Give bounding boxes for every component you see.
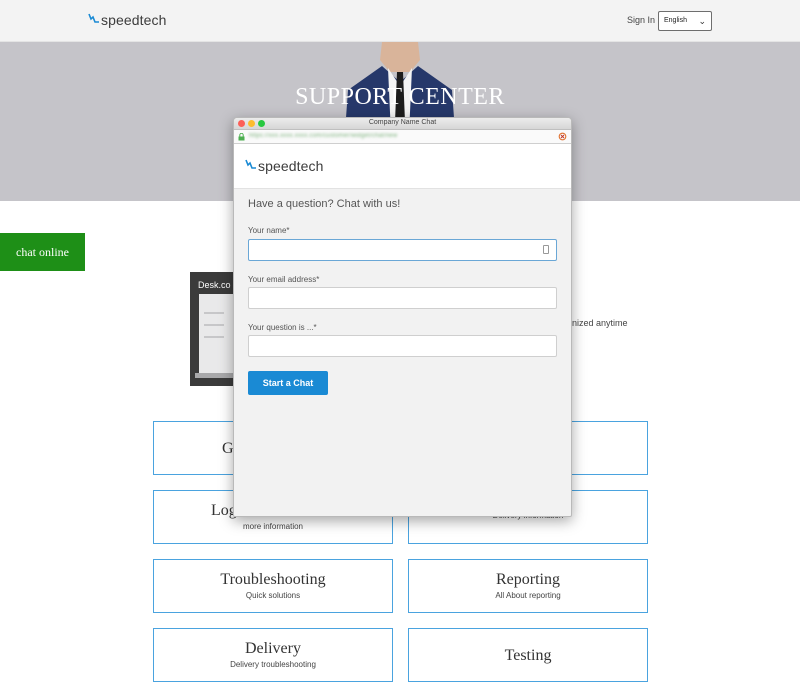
question-label: Your question is ...* <box>248 323 317 332</box>
category-card-reporting[interactable]: Reporting All About reporting <box>408 559 648 613</box>
chat-popup-window: Company Name Chat https://xxx.xxxx.xxxx.… <box>233 117 572 517</box>
autofill-icon <box>543 245 549 254</box>
chat-brand-logo: speedtech <box>245 158 324 174</box>
name-label: Your name* <box>248 226 290 235</box>
laptop-screen <box>199 294 235 374</box>
email-label: Your email address* <box>248 275 320 284</box>
reload-icon[interactable] <box>558 132 567 141</box>
card-title: Delivery <box>245 640 301 657</box>
hero-title: SUPPORT CENTER <box>295 84 505 110</box>
chat-heading: Have a question? Chat with us! <box>248 198 401 210</box>
card-title: Testing <box>504 647 552 664</box>
category-card-delivery[interactable]: Delivery Delivery troubleshooting <box>153 628 393 682</box>
background-text: nized anytime <box>572 318 628 328</box>
card-subtitle: Delivery troubleshooting <box>230 660 316 669</box>
card-title: Troubleshooting <box>220 571 326 588</box>
name-field[interactable] <box>248 239 557 261</box>
lock-icon <box>238 133 245 141</box>
category-card-troubleshooting[interactable]: Troubleshooting Quick solutions <box>153 559 393 613</box>
video-thumbnail[interactable]: Desk.co <box>190 272 235 386</box>
email-field[interactable] <box>248 287 557 309</box>
chat-header: speedtech <box>234 144 571 189</box>
blurred-url: https://xxx.xxxx.xxxx.com/customer/widge… <box>249 133 398 139</box>
url-bar[interactable]: https://xxx.xxxx.xxxx.com/customer/widge… <box>234 130 571 144</box>
start-chat-button[interactable]: Start a Chat <box>248 371 328 395</box>
speedtech-logo-icon <box>245 159 256 169</box>
window-title: Company Name Chat <box>368 119 437 126</box>
card-title: Reporting <box>496 571 560 588</box>
laptop-base <box>195 373 235 378</box>
card-subtitle: Quick solutions <box>245 591 301 600</box>
sign-in-link[interactable]: Sign In <box>627 15 655 25</box>
speedtech-logo-icon <box>88 13 99 23</box>
screen-line <box>204 336 224 338</box>
site-header: speedtech Sign In English ⌄ <box>0 0 800 42</box>
brand-name: speedtech <box>101 12 167 28</box>
window-titlebar: Company Name Chat <box>234 118 571 130</box>
card-subtitle: more information <box>242 522 304 531</box>
chat-brand-name: speedtech <box>258 158 324 174</box>
screen-line <box>204 324 224 326</box>
category-card-testing[interactable]: Testing <box>408 628 648 682</box>
language-selected-value: English <box>664 17 687 24</box>
video-label: Desk.co <box>198 280 231 290</box>
chat-online-button[interactable]: chat online <box>0 233 85 271</box>
question-field[interactable] <box>248 335 557 357</box>
screen-line <box>204 312 224 314</box>
chevron-down-icon: ⌄ <box>698 16 706 26</box>
language-select[interactable]: English ⌄ <box>658 11 712 31</box>
brand-logo[interactable]: speedtech <box>88 12 167 28</box>
card-subtitle: All About reporting <box>495 591 561 600</box>
